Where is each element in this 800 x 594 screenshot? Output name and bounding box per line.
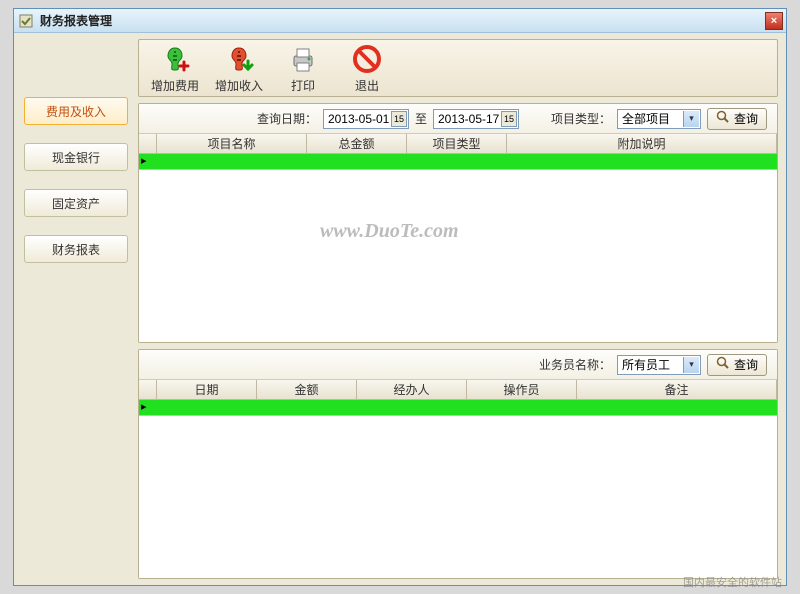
lower-filter-row: 业务员名称： 所有员工 ▾ 查询 — [139, 350, 777, 380]
sidebar-item-cash-bank[interactable]: 现金银行 — [24, 143, 128, 171]
combo-value: 所有员工 — [622, 356, 670, 373]
upper-grid-header: 项目名称 总金额 项目类型 附加说明 — [139, 134, 777, 154]
search-icon — [716, 356, 730, 373]
tool-label: 增加收入 — [215, 77, 263, 94]
titlebar: 财务报表管理 × — [14, 9, 786, 33]
date-to-input[interactable]: 2013-05-17 15 — [433, 109, 519, 129]
date-to-value: 2013-05-17 — [438, 112, 499, 126]
col-total-amount[interactable]: 总金额 — [307, 134, 407, 153]
row-selector-header — [139, 134, 157, 153]
col-notes[interactable]: 附加说明 — [507, 134, 777, 153]
query-label: 查询 — [734, 110, 758, 127]
close-icon: × — [771, 15, 777, 27]
query-label: 查询 — [734, 356, 758, 373]
project-type-combo[interactable]: 全部项目 ▾ — [617, 109, 701, 129]
app-window: 财务报表管理 × 费用及收入 现金银行 固定资产 财务报表 — [13, 8, 787, 586]
staff-label: 业务员名称： — [539, 356, 611, 373]
col-operator[interactable]: 操作员 — [467, 380, 577, 399]
col-project-type[interactable]: 项目类型 — [407, 134, 507, 153]
upper-filter-row: 查询日期： 2013-05-01 15 至 2013-05-17 15 项目类型… — [139, 104, 777, 134]
upper-grid: 项目名称 总金额 项目类型 附加说明 ▸ — [139, 134, 777, 342]
date-label: 查询日期： — [257, 110, 317, 127]
col-amount[interactable]: 金额 — [257, 380, 357, 399]
add-expense-icon — [159, 43, 191, 75]
nav-label: 固定资产 — [52, 195, 100, 212]
date-from-value: 2013-05-01 — [328, 112, 389, 126]
staff-combo[interactable]: 所有员工 ▾ — [617, 355, 701, 375]
tool-label: 增加费用 — [151, 77, 199, 94]
combo-value: 全部项目 — [622, 110, 670, 127]
close-button[interactable]: × — [765, 12, 783, 30]
date-sep: 至 — [415, 110, 427, 127]
nav-label: 现金银行 — [52, 149, 100, 166]
add-income-button[interactable]: 增加收入 — [213, 43, 265, 94]
nav-label: 财务报表 — [52, 241, 100, 258]
query-button-lower[interactable]: 查询 — [707, 354, 767, 376]
lower-panel: 业务员名称： 所有员工 ▾ 查询 日期 — [138, 349, 778, 579]
table-row[interactable]: ▸ — [139, 154, 777, 170]
exit-button[interactable]: 退出 — [341, 43, 393, 94]
search-icon — [716, 110, 730, 127]
calendar-icon[interactable]: 15 — [391, 111, 407, 127]
type-label: 项目类型： — [551, 110, 611, 127]
row-pointer-icon: ▸ — [141, 400, 147, 413]
date-from-input[interactable]: 2013-05-01 15 — [323, 109, 409, 129]
main-content: 增加费用 增加收入 打印 — [138, 33, 786, 585]
upper-panel: 查询日期： 2013-05-01 15 至 2013-05-17 15 项目类型… — [138, 103, 778, 343]
calendar-icon[interactable]: 15 — [501, 111, 517, 127]
col-date[interactable]: 日期 — [157, 380, 257, 399]
app-icon — [18, 13, 34, 29]
lower-grid-body[interactable]: ▸ — [139, 400, 777, 578]
col-project-name[interactable]: 项目名称 — [157, 134, 307, 153]
sidebar: 费用及收入 现金银行 固定资产 财务报表 — [14, 33, 138, 585]
chevron-down-icon: ▾ — [683, 357, 699, 373]
add-expense-button[interactable]: 增加费用 — [149, 43, 201, 94]
chevron-down-icon: ▾ — [683, 111, 699, 127]
upper-grid-body[interactable]: ▸ — [139, 154, 777, 342]
sidebar-item-expense-income[interactable]: 费用及收入 — [24, 97, 128, 125]
add-income-icon — [223, 43, 255, 75]
sidebar-item-fixed-assets[interactable]: 固定资产 — [24, 189, 128, 217]
query-button-upper[interactable]: 查询 — [707, 108, 767, 130]
row-selector-header — [139, 380, 157, 399]
window-title: 财务报表管理 — [40, 12, 112, 29]
print-icon — [287, 43, 319, 75]
col-remark[interactable]: 备注 — [577, 380, 777, 399]
col-handler[interactable]: 经办人 — [357, 380, 467, 399]
tool-label: 退出 — [355, 77, 379, 94]
window-body: 费用及收入 现金银行 固定资产 财务报表 增加费用 — [14, 33, 786, 585]
lower-grid-header: 日期 金额 经办人 操作员 备注 — [139, 380, 777, 400]
exit-icon — [351, 43, 383, 75]
nav-label: 费用及收入 — [46, 103, 106, 120]
lower-grid: 日期 金额 经办人 操作员 备注 ▸ — [139, 380, 777, 578]
sidebar-item-financial-report[interactable]: 财务报表 — [24, 235, 128, 263]
table-row[interactable]: ▸ — [139, 400, 777, 416]
row-pointer-icon: ▸ — [141, 154, 147, 167]
tool-label: 打印 — [291, 77, 315, 94]
print-button[interactable]: 打印 — [277, 43, 329, 94]
toolbar: 增加费用 增加收入 打印 — [138, 39, 778, 97]
